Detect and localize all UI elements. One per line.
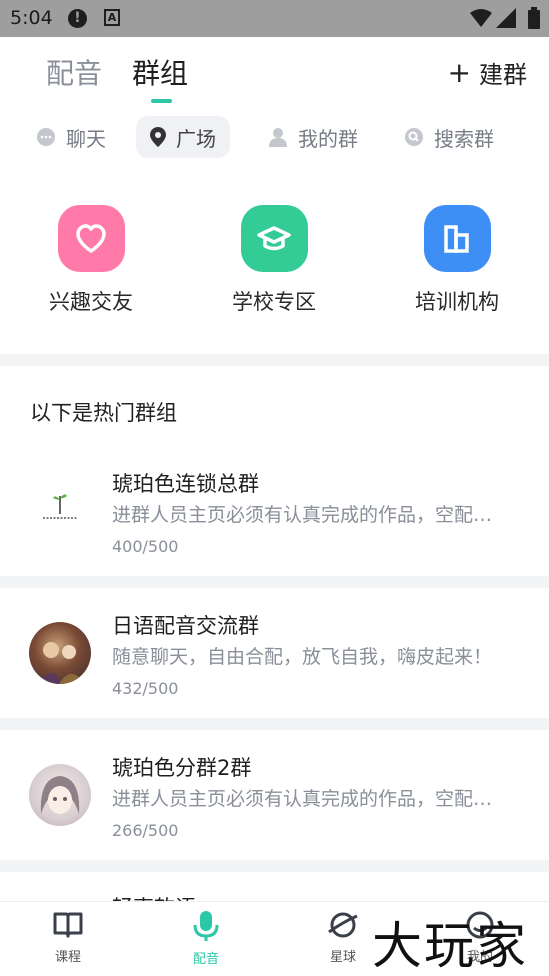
group-name: 琥珀色连锁总群 <box>112 472 259 496</box>
graduation-cap-icon <box>240 205 308 272</box>
group-member-count: 400/500 <box>112 537 179 556</box>
nav-course-label: 课程 <box>54 950 81 965</box>
group-description: 进群人员主页必须有认真完成的作品，空配… <box>112 788 493 810</box>
header: 配音 群组 + 建群 <box>0 37 549 109</box>
create-group-label: 建群 <box>479 61 527 89</box>
category-interest-label: 兴趣交友 <box>49 290 133 314</box>
book-icon <box>53 912 83 938</box>
group-item[interactable]: 琥珀色分群2群 进群人员主页必须有认真完成的作品，空配… 266/500 <box>0 732 549 860</box>
alert-icon: ! <box>68 9 87 28</box>
section-divider <box>0 718 549 730</box>
nav-dubbing[interactable]: 配音 <box>171 910 241 967</box>
active-tab-indicator <box>151 99 172 103</box>
watermark: 大玩家 <box>372 917 528 975</box>
group-avatar <box>29 764 91 826</box>
chat-bubble-icon <box>37 128 55 146</box>
nav-planet-label: 星球 <box>329 950 356 965</box>
group-description: 进群人员主页必须有认真完成的作品，空配… <box>112 504 493 526</box>
wifi-icon <box>470 9 492 27</box>
group-member-count: 266/500 <box>112 821 179 840</box>
tab-groups[interactable]: 群组 <box>132 52 188 92</box>
section-divider <box>0 354 549 366</box>
planet-icon <box>328 912 358 938</box>
plus-icon: + <box>447 55 471 89</box>
category-training[interactable]: 培训机构 <box>387 205 527 316</box>
nav-planet[interactable]: 星球 <box>308 910 378 965</box>
sub-tab-bar: 聊天 广场 我的群 搜索群 <box>0 116 549 158</box>
subtab-search-groups[interactable]: 搜索群 <box>390 116 508 158</box>
search-icon <box>405 128 423 146</box>
microphone-icon <box>193 911 219 941</box>
group-item[interactable]: 轻声软语 <box>0 874 549 901</box>
subtab-chat-label: 聊天 <box>66 126 106 151</box>
subtab-square[interactable]: 广场 <box>136 116 230 158</box>
location-pin-icon <box>150 127 166 147</box>
nav-dubbing-label: 配音 <box>192 952 219 967</box>
group-member-count: 432/500 <box>112 679 179 698</box>
group-avatar <box>29 622 91 684</box>
status-bar: 5:04 ! A <box>0 0 549 37</box>
section-divider <box>0 860 549 872</box>
group-description: 随意聊天，自由合配，放飞自我，嗨皮起来！ <box>112 646 493 668</box>
category-school[interactable]: 学校专区 <box>204 205 344 316</box>
group-name: 日语配音交流群 <box>112 614 259 638</box>
subtab-my-groups-label: 我的群 <box>298 126 358 151</box>
category-school-label: 学校专区 <box>232 290 316 314</box>
group-avatar <box>29 476 91 538</box>
signal-icon <box>496 8 516 28</box>
tab-dubbing[interactable]: 配音 <box>46 52 102 92</box>
battery-icon <box>528 7 540 29</box>
category-interest[interactable]: 兴趣交友 <box>21 205 161 316</box>
keyboard-a-icon: A <box>104 9 120 26</box>
status-time: 5:04 <box>10 7 53 29</box>
group-name: 琥珀色分群2群 <box>112 756 252 780</box>
category-grid: 兴趣交友 学校专区 培训机构 <box>0 205 549 325</box>
person-icon <box>269 128 287 147</box>
nav-course[interactable]: 课程 <box>33 910 103 965</box>
category-training-label: 培训机构 <box>415 290 499 314</box>
group-item[interactable]: 日语配音交流群 随意聊天，自由合配，放飞自我，嗨皮起来！ 432/500 <box>0 590 549 718</box>
section-divider <box>0 576 549 588</box>
building-icon <box>423 205 491 272</box>
group-item[interactable]: 琥珀色连锁总群 进群人员主页必须有认真完成的作品，空配… 400/500 <box>0 448 549 576</box>
hot-groups-title: 以下是热门群组 <box>30 401 177 425</box>
create-group-button[interactable]: + 建群 <box>448 55 527 90</box>
subtab-chat[interactable]: 聊天 <box>22 116 120 158</box>
subtab-square-label: 广场 <box>176 126 216 151</box>
subtab-my-groups[interactable]: 我的群 <box>254 116 372 158</box>
heart-icon <box>57 205 125 272</box>
subtab-search-groups-label: 搜索群 <box>434 126 494 151</box>
group-name: 轻声软语 <box>112 892 196 901</box>
